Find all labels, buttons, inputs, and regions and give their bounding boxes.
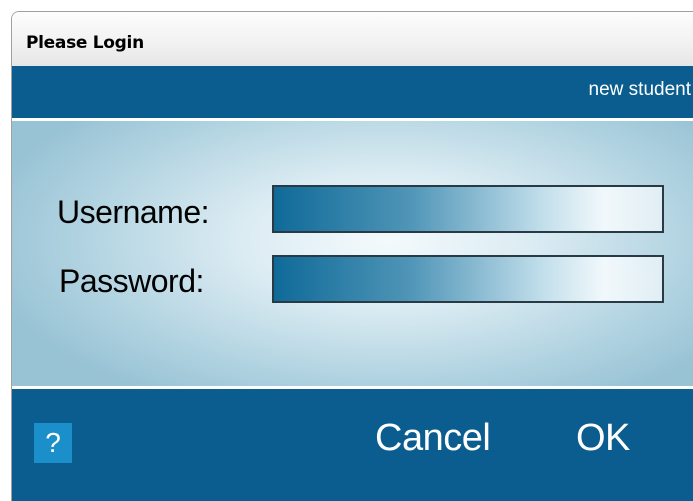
- login-form: Username: Password:: [12, 121, 693, 389]
- password-input[interactable]: [272, 255, 664, 303]
- header-band: new student: [12, 66, 693, 121]
- ok-button[interactable]: OK: [576, 417, 630, 460]
- username-input[interactable]: [272, 185, 664, 233]
- window-title: Please Login: [26, 33, 144, 53]
- help-button[interactable]: ?: [34, 423, 72, 463]
- password-label: Password:: [59, 263, 204, 299]
- title-bar: Please Login: [12, 12, 693, 66]
- username-label: Username:: [57, 194, 210, 230]
- cancel-button[interactable]: Cancel: [375, 417, 491, 460]
- new-student-link[interactable]: new student: [589, 79, 691, 101]
- login-dialog: Please Login new student Username: Passw…: [11, 11, 693, 501]
- footer-bar: ? Cancel OK: [12, 389, 693, 501]
